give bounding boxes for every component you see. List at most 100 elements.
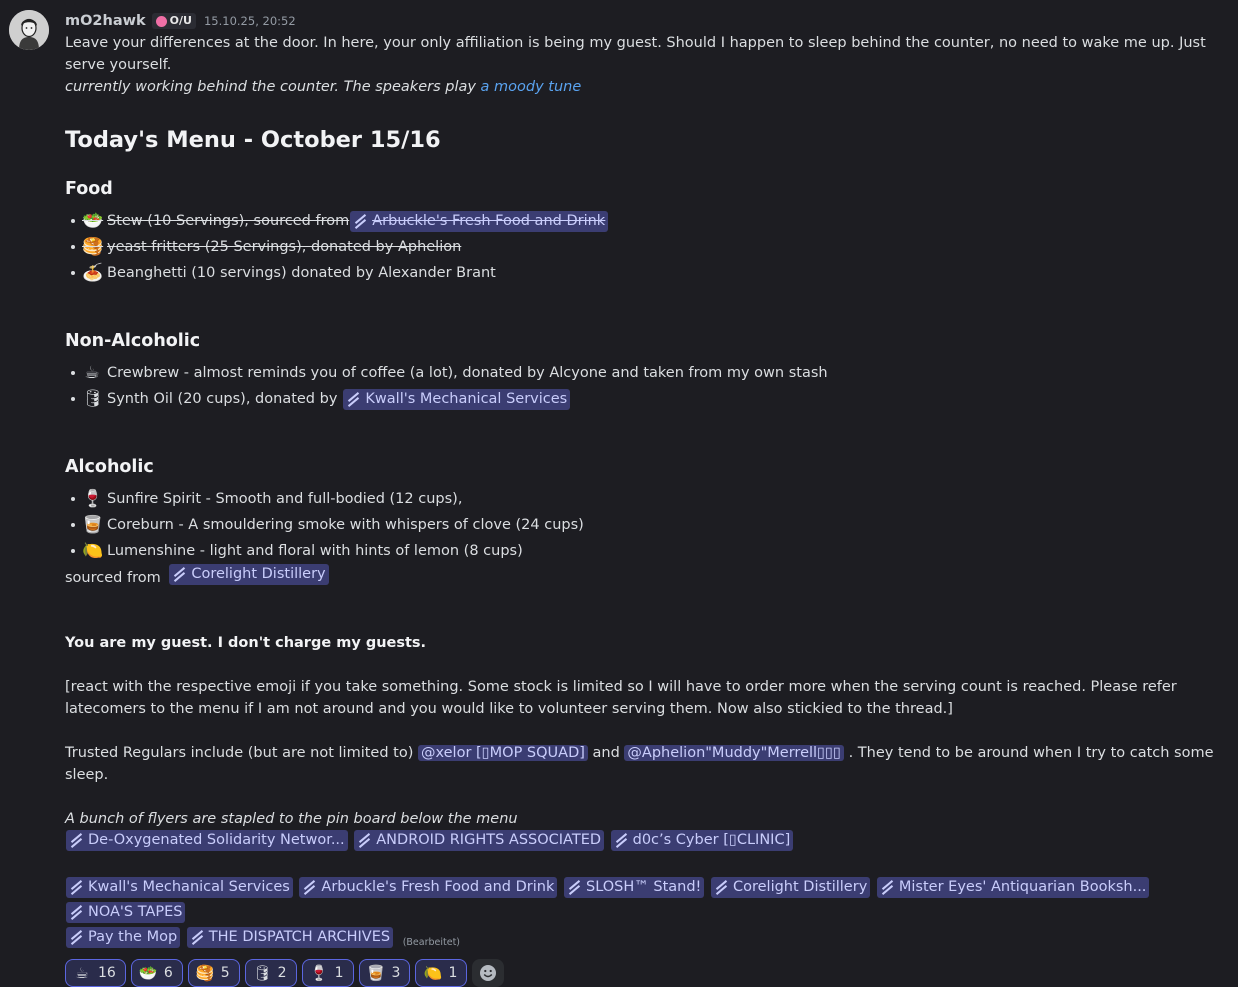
guest-line: You are my guest. I don't charge my gues…: [65, 635, 427, 651]
food-heading: Food: [65, 179, 113, 199]
mention-aphelion[interactable]: @Aphelion"Muddy"Merrell▯▯▯: [624, 745, 844, 761]
thread-icon: [353, 214, 368, 229]
channel-link-kwall[interactable]: Kwall's Mechanical Services: [343, 388, 571, 410]
channel-link-flyer[interactable]: Arbuckle's Fresh Food and Drink: [299, 877, 558, 898]
timestamp[interactable]: 15.10.25, 20:52: [204, 10, 296, 32]
avatar[interactable]: [9, 10, 49, 50]
flyers-row-3: Pay the Mop THE DISPATCH ARCHIVES (Bearb…: [65, 927, 1222, 954]
channel-name: De-Oxygenated Solidarity Networ...: [88, 832, 345, 848]
thread-icon: [714, 880, 729, 895]
channel-name: SLOSH™ Stand!: [585, 879, 702, 895]
sourced-text: sourced from: [65, 570, 166, 586]
channel-name: Kwall's Mechanical Services: [365, 390, 568, 407]
tumbler-glass-icon: 🥃: [366, 964, 386, 982]
channel-link-flyer[interactable]: THE DISPATCH ARCHIVES: [186, 927, 394, 948]
add-reaction-button[interactable]: [472, 959, 505, 987]
channel-link-flyer[interactable]: Mister Eyes' Antiquarian Booksh...: [876, 877, 1150, 898]
salad-icon: 🥗: [138, 964, 158, 982]
list-item: 🍷 Sunfire Spirit - Smooth and full-bodie…: [65, 486, 1222, 512]
channel-name: NOA'S TAPES: [88, 904, 183, 920]
alc-section: Alcoholic 🍷 Sunfire Spirit - Smooth and …: [65, 454, 1222, 590]
channel-name: Corelight Distillery: [732, 879, 868, 895]
spaghetti-icon: 🍝: [82, 263, 104, 283]
channel-link-flyer[interactable]: NOA'S TAPES: [66, 902, 186, 923]
food-list: 🥗 Stew (10 Servings), sourced from Arbuc…: [65, 208, 1222, 286]
thread-icon: [190, 930, 205, 945]
thread-icon: [302, 880, 317, 895]
thread-icon: [880, 880, 895, 895]
channel-name: Kwall's Mechanical Services: [88, 879, 290, 895]
reaction-wine[interactable]: 🍷 1: [301, 959, 354, 987]
wine-glass-icon: 🍷: [309, 964, 329, 982]
channel-name: Arbuckle's Fresh Food and Drink: [321, 879, 555, 895]
reaction-lemon[interactable]: 🍋 1: [415, 959, 468, 987]
username[interactable]: mO2hawk: [65, 10, 146, 32]
reaction-coffee[interactable]: ☕ 16: [65, 959, 126, 987]
thread-icon: [69, 930, 84, 945]
message-header: mO2hawk O/U 15.10.25, 20:52: [65, 10, 1222, 32]
mention-xelor[interactable]: @xelor [▯MOP SQUAD]: [417, 745, 588, 761]
list-item: 🥗 Stew (10 Servings), sourced from Arbuc…: [65, 208, 1222, 234]
edited-marker: (Bearbeitet): [402, 937, 460, 948]
thread-icon: [69, 880, 84, 895]
list-item: 🛢 Synth Oil (20 cups), donated by Kwall'…: [65, 386, 1222, 412]
channel-link-arbuckles[interactable]: Arbuckle's Fresh Food and Drink: [350, 210, 609, 232]
thread-icon: [69, 905, 84, 920]
channel-link-flyer[interactable]: d0c’s Cyber [▯CLINIC]: [610, 830, 794, 851]
oil-drum-icon: 🛢: [82, 389, 104, 409]
item-text: Crewbrew - almost reminds you of coffee …: [107, 365, 828, 381]
reaction-oil-drum[interactable]: 🛢 2: [244, 959, 297, 987]
flyers-row-1: De-Oxygenated Solidarity Networ... ANDRO…: [65, 830, 1222, 855]
reaction-salad[interactable]: 🥗 6: [130, 959, 183, 987]
channel-name: Pay the Mop: [88, 929, 178, 945]
oil-drum-icon: 🛢: [252, 964, 272, 982]
regulars-line: Trusted Regulars include (but are not li…: [65, 742, 1222, 786]
nonalc-heading: Non-Alcoholic: [65, 331, 201, 351]
tumbler-glass-icon: 🥃: [82, 515, 104, 535]
coffee-icon: ☕: [84, 363, 100, 383]
nonalc-list: ☕ Crewbrew - almost reminds you of coffe…: [65, 360, 1222, 412]
thread-icon: [172, 567, 187, 582]
wine-glass-icon: 🍷: [82, 489, 104, 509]
sourced-line: sourced from Corelight Distillery: [65, 564, 1222, 590]
list-item: 🍋 Lumenshine - light and floral with hin…: [65, 538, 1222, 564]
reaction-tumbler[interactable]: 🥃 3: [358, 959, 411, 987]
item-text: Lumenshine - light and floral with hints…: [107, 543, 523, 559]
channel-link-corelight[interactable]: Corelight Distillery: [169, 564, 329, 585]
channel-link-flyer[interactable]: ANDROID RIGHTS ASSOCIATED: [354, 830, 605, 851]
reaction-count: 3: [391, 965, 401, 981]
lemon-icon: 🍋: [82, 541, 104, 561]
channel-name: d0c’s Cyber [▯CLINIC]: [632, 832, 791, 848]
channel-link-flyer[interactable]: De-Oxygenated Solidarity Networ...: [66, 830, 348, 851]
channel-link-flyer[interactable]: SLOSH™ Stand!: [563, 877, 705, 898]
lemon-icon: 🍋: [423, 964, 443, 982]
server-tag-label: O/U: [169, 14, 192, 27]
reaction-count: 1: [334, 965, 344, 981]
avatar-portrait-icon: [9, 10, 49, 50]
reaction-count: 2: [277, 965, 287, 981]
channel-name: Corelight Distillery: [191, 566, 326, 582]
server-tag[interactable]: O/U: [151, 13, 196, 29]
regulars-mid: and: [587, 745, 625, 761]
thread-icon: [69, 833, 84, 848]
skull-icon: [155, 15, 167, 27]
item-text: Coreburn - A smouldering smoke with whis…: [107, 517, 584, 533]
food-section: Food 🥗 Stew (10 Servings), sourced from …: [65, 176, 1222, 286]
channel-link-flyer[interactable]: Kwall's Mechanical Services: [66, 877, 293, 898]
channel-link-flyer[interactable]: Pay the Mop: [66, 927, 181, 948]
item-text: Beanghetti (10 servings) donated by Alex…: [107, 265, 496, 281]
item-text: Sunfire Spirit - Smooth and full-bodied …: [107, 491, 463, 507]
moody-tune-link[interactable]: a moody tune: [481, 79, 582, 95]
thread-icon: [567, 880, 582, 895]
intro-line: Leave your differences at the door. In h…: [65, 35, 1206, 73]
list-item: 🥞 yeast fritters (25 Servings), donated …: [65, 234, 1222, 260]
channel-link-flyer[interactable]: Corelight Distillery: [710, 877, 871, 898]
thread-icon: [346, 392, 361, 407]
coffee-icon: ☕: [75, 964, 89, 982]
thread-icon: [614, 833, 629, 848]
reaction-count: 5: [220, 965, 230, 981]
reaction-fritter[interactable]: 🥞 5: [187, 959, 240, 987]
item-text: Stew (10 Servings), sourced from: [107, 213, 350, 229]
menu-title: Today's Menu - October 15/16: [65, 127, 441, 153]
reaction-count: 1: [448, 965, 458, 981]
